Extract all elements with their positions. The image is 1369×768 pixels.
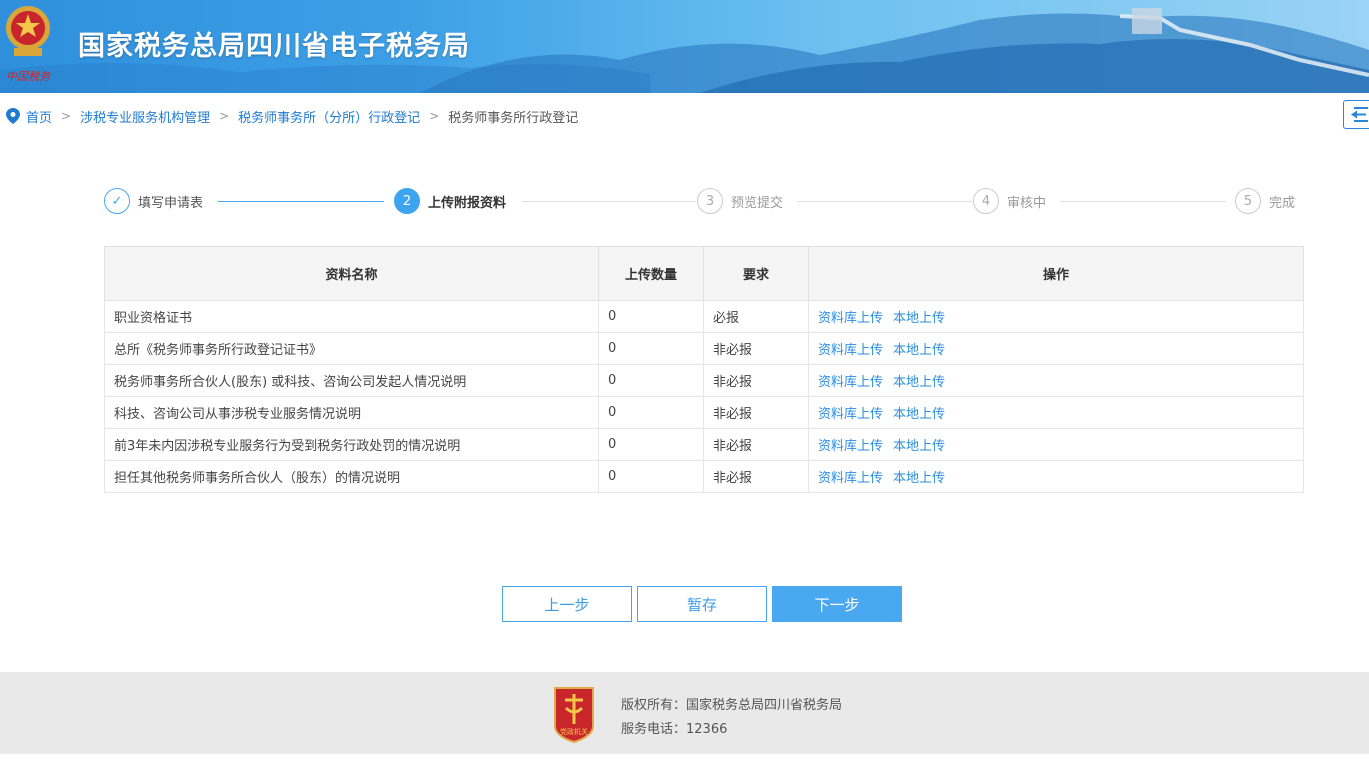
library-upload-link[interactable]: 资料库上传 [818, 471, 883, 486]
step-label: 完成 [1269, 195, 1296, 211]
library-upload-link[interactable]: 资料库上传 [818, 343, 883, 358]
breadcrumb-home-link[interactable]: 首页 [26, 107, 52, 126]
materials-table: 资料名称 上传数量 要求 操作 职业资格证书 0 必报 资料库上传 本地上传 总所… [104, 246, 1304, 493]
breadcrumb-agency-link[interactable]: 涉税专业服务机构管理 [80, 107, 210, 126]
upload-count: 0 [598, 396, 704, 429]
copyright-text: 版权所有：国家税务总局四川省税务局 [621, 698, 843, 713]
footer-text: 版权所有：国家税务总局四川省税务局 服务电话：12366 [621, 694, 842, 742]
header-material-name: 资料名称 [104, 246, 599, 301]
back-button[interactable] [1343, 100, 1369, 129]
actions-cell: 资料库上传 本地上传 [808, 300, 1304, 333]
step-label: 审核中 [1007, 195, 1047, 211]
step-preview-submit: 3 预览提交 [697, 188, 783, 214]
library-upload-link[interactable]: 资料库上传 [818, 407, 883, 422]
library-upload-link[interactable]: 资料库上传 [818, 311, 883, 326]
actions-cell: 资料库上传 本地上传 [808, 364, 1304, 397]
requirement: 非必报 [703, 460, 809, 493]
check-icon: ✓ [104, 188, 130, 214]
breadcrumb-separator: > [219, 109, 230, 123]
svg-text:党政机关: 党政机关 [560, 727, 588, 736]
actions-cell: 资料库上传 本地上传 [808, 428, 1304, 461]
requirement: 非必报 [703, 396, 809, 429]
step-connector [522, 201, 696, 202]
requirement: 非必报 [703, 428, 809, 461]
header-actions: 操作 [808, 246, 1304, 301]
table-row: 担任其他税务师事务所合伙人（股东）的情况说明 0 非必报 资料库上传 本地上传 [104, 460, 1304, 493]
local-upload-link[interactable]: 本地上传 [893, 343, 945, 358]
step-number: 4 [973, 188, 999, 214]
table-row: 科技、咨询公司从事涉税专业服务情况说明 0 非必报 资料库上传 本地上传 [104, 396, 1304, 429]
library-upload-link[interactable]: 资料库上传 [818, 375, 883, 390]
progress-steps: ✓ 填写申请表 2 上传附报资料 3 预览提交 4 审核中 5 完成 [104, 188, 1304, 214]
table-row: 职业资格证书 0 必报 资料库上传 本地上传 [104, 300, 1304, 333]
step-connector [218, 201, 384, 202]
local-upload-link[interactable]: 本地上传 [893, 375, 945, 390]
service-phone: 服务电话：12366 [621, 722, 728, 737]
actions-cell: 资料库上传 本地上传 [808, 460, 1304, 493]
table-row: 总所《税务师事务所行政登记证书》 0 非必报 资料库上传 本地上传 [104, 332, 1304, 365]
upload-count: 0 [598, 364, 704, 397]
step-under-review: 4 审核中 [973, 188, 1046, 214]
header-upload-count: 上传数量 [598, 246, 704, 301]
material-name: 职业资格证书 [104, 300, 599, 333]
step-connector [1060, 201, 1226, 202]
step-complete: 5 完成 [1235, 188, 1295, 214]
actions-cell: 资料库上传 本地上传 [808, 332, 1304, 365]
breadcrumb-current: 税务师事务所行政登记 [448, 110, 579, 126]
material-name: 总所《税务师事务所行政登记证书》 [104, 332, 599, 365]
upload-count: 0 [598, 332, 704, 365]
requirement: 非必报 [703, 364, 809, 397]
material-name: 税务师事务所合伙人(股东) 或科技、咨询公司发起人情况说明 [104, 364, 599, 397]
step-label: 上传附报资料 [428, 195, 507, 211]
requirement: 必报 [703, 300, 809, 333]
local-upload-link[interactable]: 本地上传 [893, 471, 945, 486]
step-connector [797, 201, 973, 202]
breadcrumb-separator: > [429, 109, 440, 123]
step-fill-form: ✓ 填写申请表 [104, 188, 203, 214]
upload-count: 0 [598, 300, 704, 333]
requirement: 非必报 [703, 332, 809, 365]
material-name: 科技、咨询公司从事涉税专业服务情况说明 [104, 396, 599, 429]
local-upload-link[interactable]: 本地上传 [893, 407, 945, 422]
party-government-logo-icon: 党政机关 [554, 687, 594, 744]
step-label: 填写申请表 [138, 195, 204, 211]
next-step-button[interactable]: 下一步 [772, 586, 902, 622]
breadcrumb-separator: > [61, 109, 72, 123]
local-upload-link[interactable]: 本地上传 [893, 439, 945, 454]
upload-count: 0 [598, 460, 704, 493]
exit-arrow-icon [1351, 107, 1368, 122]
prev-step-button[interactable]: 上一步 [502, 586, 632, 622]
location-pin-icon [6, 108, 20, 124]
material-name: 担任其他税务师事务所合伙人（股东）的情况说明 [104, 460, 599, 493]
step-number: 2 [394, 188, 420, 214]
actions-cell: 资料库上传 本地上传 [808, 396, 1304, 429]
header-requirement: 要求 [703, 246, 809, 301]
table-row: 税务师事务所合伙人(股东) 或科技、咨询公司发起人情况说明 0 非必报 资料库上… [104, 364, 1304, 397]
upload-count: 0 [598, 428, 704, 461]
table-header-row: 资料名称 上传数量 要求 操作 [104, 246, 1304, 301]
local-upload-link[interactable]: 本地上传 [893, 311, 945, 326]
breadcrumb-registration-link[interactable]: 税务师事务所（分所）行政登记 [238, 107, 420, 126]
site-title: 国家税务总局四川省电子税务局 [78, 31, 470, 62]
svg-text:中国税务: 中国税务 [6, 70, 51, 83]
footer: 党政机关 版权所有：国家税务总局四川省税务局 服务电话：12366 [0, 672, 1369, 754]
library-upload-link[interactable]: 资料库上传 [818, 439, 883, 454]
step-number: 5 [1235, 188, 1261, 214]
step-number: 3 [697, 188, 723, 214]
breadcrumb: 首页 > 涉税专业服务机构管理 > 税务师事务所（分所）行政登记 > 税务师事务… [6, 106, 578, 126]
step-label: 预览提交 [731, 195, 784, 211]
table-row: 前3年未内因涉税专业服务行为受到税务行政处罚的情况说明 0 非必报 资料库上传本… [104, 428, 1304, 461]
tax-emblem-icon: 中国税务 [6, 6, 51, 83]
material-name: 前3年未内因涉税专业服务行为受到税务行政处罚的情况说明 [104, 428, 599, 461]
save-draft-button[interactable]: 暂存 [637, 586, 767, 622]
header-banner: 中国税务 国家税务总局四川省电子税务局 [0, 0, 1369, 93]
step-upload-materials: 2 上传附报资料 [394, 188, 506, 214]
